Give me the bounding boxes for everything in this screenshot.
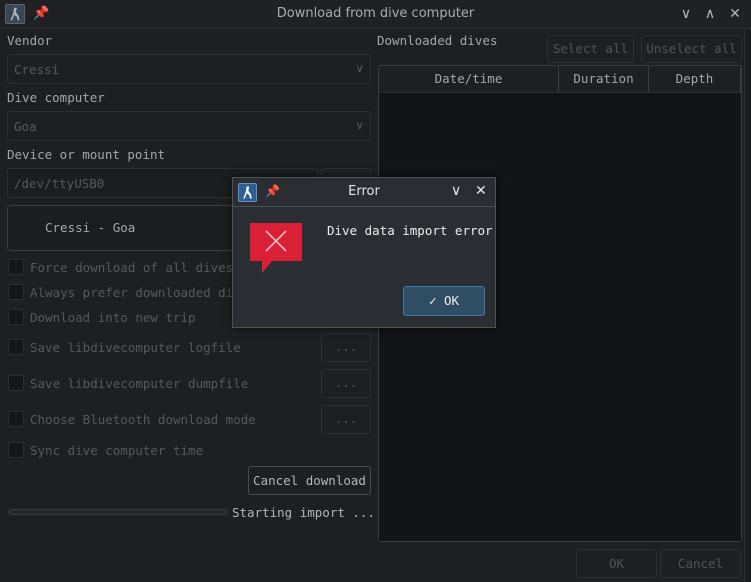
prefer-downloaded-checkbox[interactable] <box>8 284 24 300</box>
close-icon[interactable]: ✕ <box>726 5 744 23</box>
window-titlebar: 📌 Download from dive computer ∨ ∧ ✕ <box>0 0 751 29</box>
vendor-select[interactable]: Cressi ∨ <box>7 54 371 84</box>
cancel-button[interactable]: Cancel <box>660 549 741 578</box>
logfile-browse-button[interactable]: ... <box>321 333 371 362</box>
column-header-depth[interactable]: Depth <box>649 66 741 92</box>
vendor-value: Cressi <box>14 62 60 77</box>
bluetooth-mode-label: Choose Bluetooth download mode <box>30 412 256 427</box>
save-dumpfile-checkbox[interactable] <box>8 375 24 391</box>
device-label: Device or mount point <box>7 147 166 162</box>
save-dumpfile-label: Save libdivecomputer dumpfile <box>30 376 249 391</box>
status-text: Starting import ... <box>232 505 375 520</box>
chevron-down-icon: ∨ <box>355 61 364 75</box>
bluetooth-mode-checkbox[interactable] <box>8 411 24 427</box>
vendor-label: Vendor <box>7 33 53 48</box>
force-download-label: Force download of all dives <box>30 260 234 275</box>
dive-computer-label: Dive computer <box>7 90 105 105</box>
window-edge <box>744 30 751 582</box>
new-trip-checkbox[interactable] <box>8 309 24 325</box>
column-header-datetime[interactable]: Date/time <box>379 66 559 92</box>
ok-button[interactable]: OK <box>576 549 657 578</box>
error-ok-label: OK <box>444 293 460 308</box>
downloaded-dives-label: Downloaded dives <box>377 33 498 48</box>
unselect-all-button[interactable]: Unselect all <box>641 35 742 63</box>
dive-computer-select[interactable]: Goa ∨ <box>7 111 371 141</box>
error-icon <box>250 223 304 277</box>
close-icon[interactable]: ✕ <box>475 183 487 199</box>
minimize-icon[interactable]: ∨ <box>451 183 461 199</box>
error-dialog: 📌 Error ∨ ✕ Dive data import error ✓ OK <box>232 177 496 328</box>
error-ok-button[interactable]: ✓ OK <box>403 286 485 316</box>
download-progress-bar <box>8 509 228 515</box>
cancel-download-button[interactable]: Cancel download <box>248 466 371 495</box>
window-title: Download from dive computer <box>276 6 475 21</box>
dumpfile-browse-button[interactable]: ... <box>321 369 371 398</box>
minimize-icon[interactable]: ∨ <box>677 5 695 23</box>
error-message: Dive data import error <box>327 223 493 238</box>
chevron-down-icon: ∨ <box>355 118 364 132</box>
new-trip-label: Download into new trip <box>30 310 196 325</box>
dive-computer-value: Goa <box>14 119 37 134</box>
prefer-downloaded-label: Always prefer downloaded dives <box>30 285 256 300</box>
force-download-checkbox[interactable] <box>8 259 24 275</box>
maximize-icon[interactable]: ∧ <box>701 5 719 23</box>
table-header: Date/time Duration Depth <box>379 66 741 93</box>
select-all-button[interactable]: Select all <box>547 35 634 63</box>
sync-time-checkbox[interactable] <box>8 442 24 458</box>
save-logfile-checkbox[interactable] <box>8 339 24 355</box>
check-icon: ✓ <box>428 293 437 308</box>
column-header-duration[interactable]: Duration <box>559 66 649 92</box>
bluetooth-browse-button[interactable]: ... <box>321 405 371 434</box>
selected-device-text: Cressi - Goa <box>45 220 136 235</box>
sync-time-label: Sync dive computer time <box>30 443 204 458</box>
error-dialog-titlebar: 📌 Error ∨ ✕ <box>233 178 495 207</box>
save-logfile-label: Save libdivecomputer logfile <box>30 340 241 355</box>
